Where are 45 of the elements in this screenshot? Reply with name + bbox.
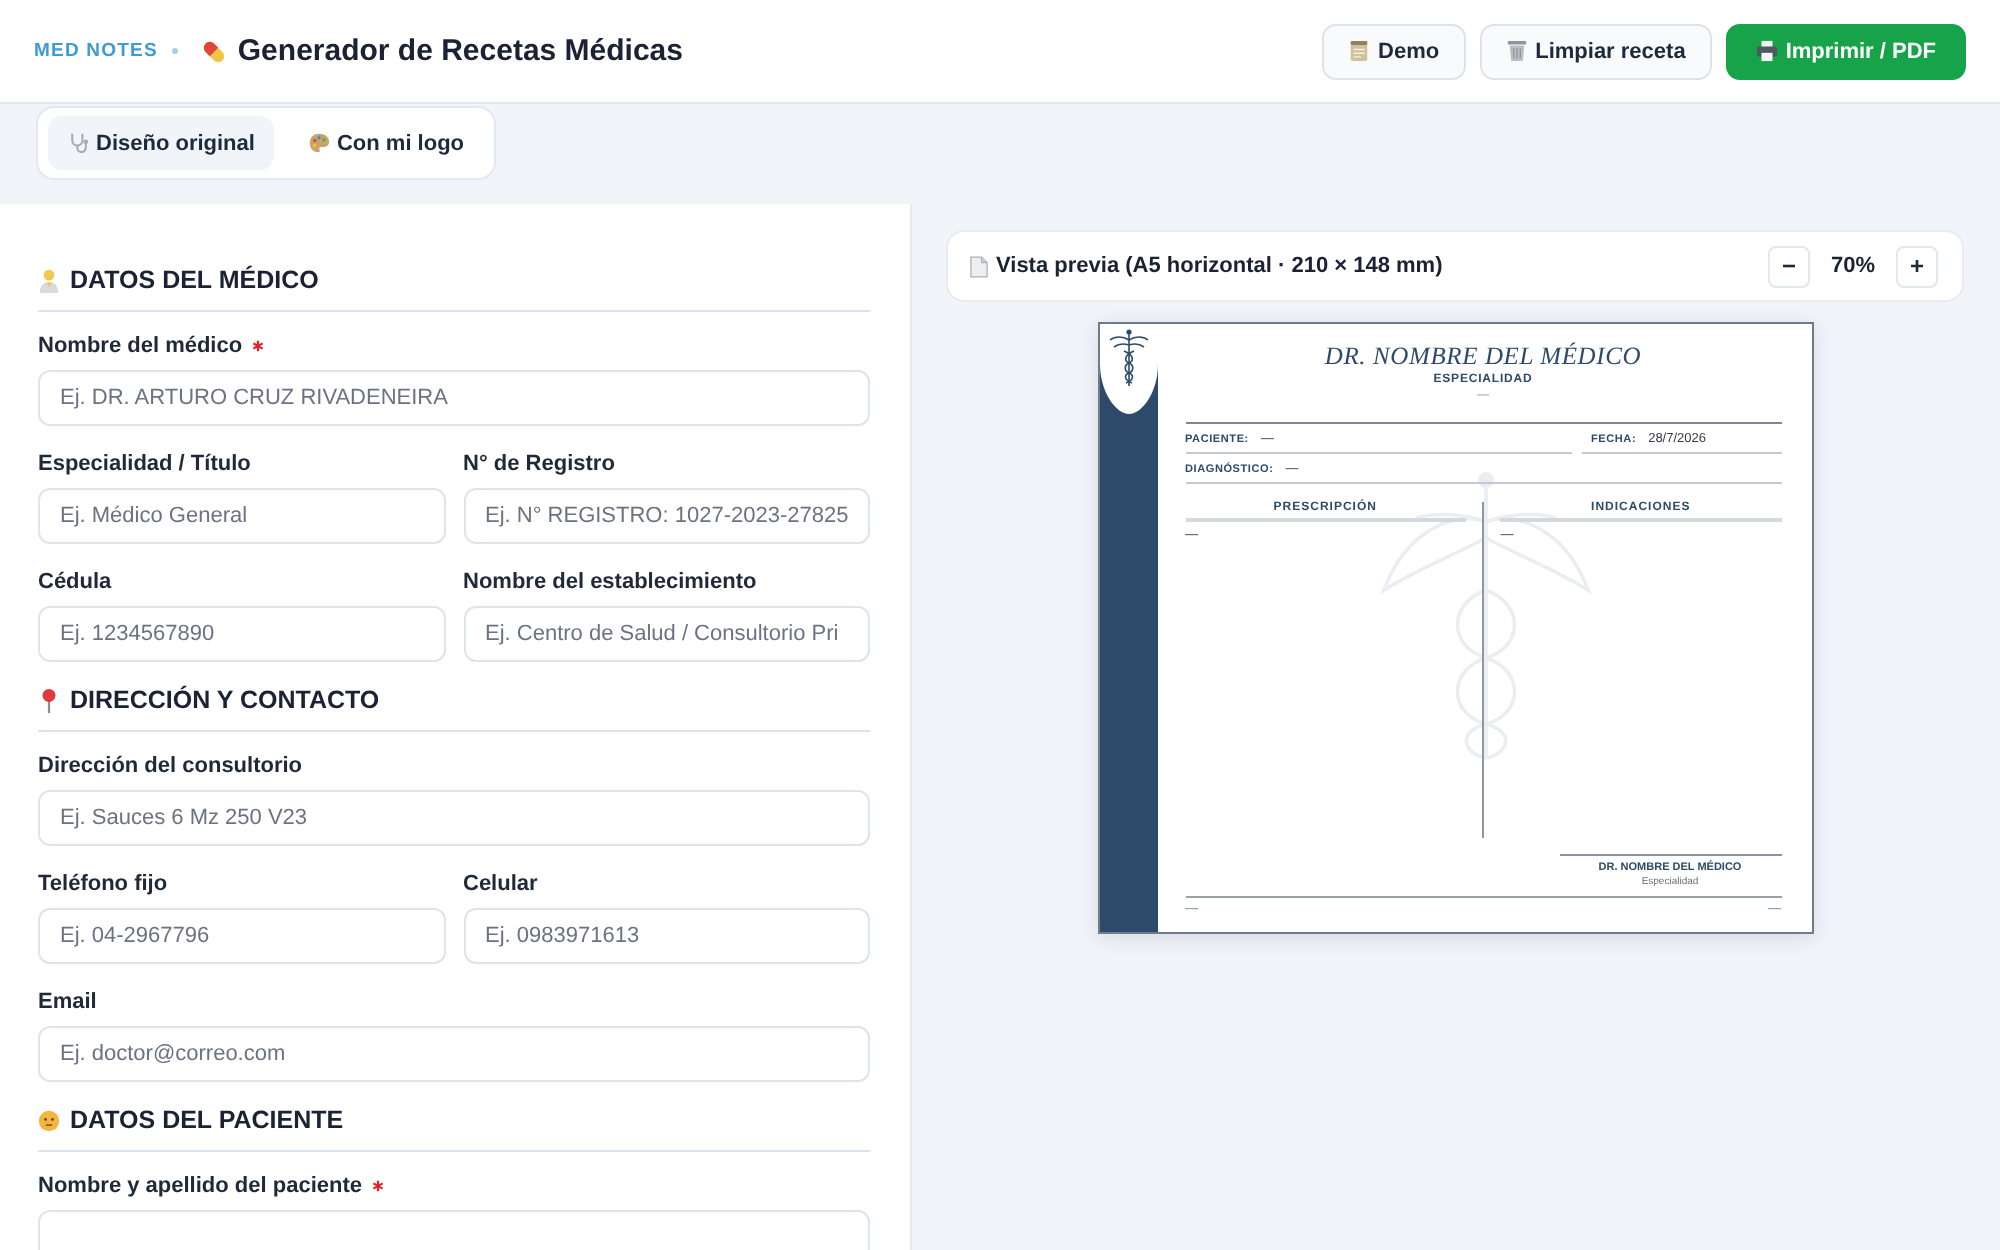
separator-dot-icon <box>171 48 178 54</box>
doctor-name: DR. NOMBRE DEL MÉDICO <box>1324 340 1642 372</box>
input-field[interactable]: Ej. 1234567890 <box>38 606 445 662</box>
stethoscope-icon <box>68 132 90 154</box>
app-title: Generador de Recetas Médicas <box>237 34 683 68</box>
design-tab[interactable]: Con mi logo <box>288 116 485 170</box>
demo-button[interactable]: Demo <box>1322 23 1466 79</box>
clear-button[interactable]: Limpiar receta <box>1479 23 1712 79</box>
document-icon <box>970 255 988 277</box>
field-label: Email <box>38 990 97 1014</box>
input-field[interactable]: Ej. doctor@correo.com <box>38 1026 870 1082</box>
input-field[interactable] <box>38 1210 870 1250</box>
caduceus-watermark-icon <box>1375 470 1595 760</box>
input-field[interactable]: Ej. 0983971613 <box>463 908 870 964</box>
field-label: Nombre del médico <box>38 334 243 358</box>
field-label: N° de Registro <box>463 452 615 476</box>
field-label: Especialidad / Título <box>38 452 251 476</box>
section-heading: DIRECCIÓN Y CONTACTO <box>70 686 380 716</box>
zoom-out-button[interactable]: − <box>1768 245 1810 287</box>
input-field[interactable]: Ej. N° REGISTRO: 1027-2023-27825 <box>463 488 870 544</box>
trash-icon <box>1505 40 1528 62</box>
palette-icon <box>308 132 331 154</box>
field-label: Cédula <box>38 570 112 594</box>
pin-icon <box>38 688 60 714</box>
input-field[interactable]: Ej. Centro de Salud / Consultorio Pri <box>463 606 870 662</box>
input-field[interactable]: Ej. Médico General <box>38 488 445 544</box>
zoom-in-button[interactable]: + <box>1896 245 1938 287</box>
person-icon <box>38 268 60 294</box>
field-label: Teléfono fijo <box>38 872 168 896</box>
field-label: Dirección del consultorio <box>38 754 303 778</box>
notepad-icon <box>1348 40 1371 62</box>
input-field[interactable]: Ej. 04-2967796 <box>38 908 445 964</box>
field-label: Nombre del establecimiento <box>463 570 757 594</box>
input-field[interactable]: Ej. Sauces 6 Mz 250 V23 <box>38 790 870 846</box>
zoom-value: 70% <box>1828 254 1878 278</box>
preview-title: Vista previa (A5 horizontal · 210 × 148 mm) <box>996 254 1443 278</box>
input-field[interactable]: Ej. DR. ARTURO CRUZ RIVADENEIRA <box>38 370 870 426</box>
section-heading: DATOS DEL MÉDICO <box>70 266 319 296</box>
printer-icon <box>1755 40 1778 62</box>
field-label: Nombre y apellido del paciente <box>38 1174 362 1198</box>
brand-label: MED NOTES <box>34 40 158 62</box>
design-tab[interactable]: Diseño original <box>48 116 275 170</box>
section-heading: DATOS DEL PACIENTE <box>70 1106 344 1136</box>
emoji-face-icon <box>38 1108 60 1134</box>
field-label: Celular <box>463 872 538 896</box>
